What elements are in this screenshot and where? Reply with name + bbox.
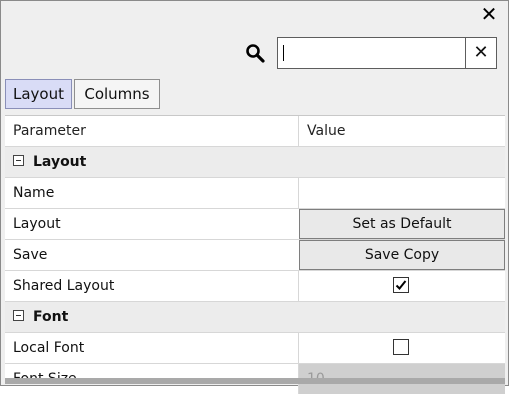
shared-layout-checkbox[interactable] bbox=[393, 277, 409, 293]
group-title: Layout bbox=[33, 154, 87, 170]
property-label: Save bbox=[13, 247, 48, 263]
local-font-checkbox[interactable] bbox=[393, 339, 409, 355]
tab-layout[interactable]: Layout bbox=[5, 79, 72, 109]
search-icon bbox=[246, 44, 265, 63]
tab-columns[interactable]: Columns bbox=[74, 79, 160, 109]
save-copy-button[interactable]: Save Copy bbox=[299, 240, 505, 270]
name-value-field[interactable] bbox=[298, 178, 505, 208]
property-grid: Parameter Value Layout Name Layout Set a… bbox=[5, 115, 505, 394]
property-row-shared-layout: Shared Layout bbox=[5, 271, 505, 302]
search-box: ✕ bbox=[277, 37, 497, 69]
property-row-local-font: Local Font bbox=[5, 333, 505, 364]
properties-panel: ✕ ✕ Layout Columns Parameter Value Layou… bbox=[0, 0, 509, 394]
close-icon[interactable]: ✕ bbox=[478, 3, 500, 25]
grid-header: Parameter Value bbox=[5, 116, 505, 147]
value-column-header: Value bbox=[298, 116, 505, 146]
property-row-layout: Layout Set as Default bbox=[5, 209, 505, 240]
horizontal-scrollbar[interactable] bbox=[5, 378, 505, 384]
property-row-save: Save Save Copy bbox=[5, 240, 505, 271]
group-font[interactable]: Font bbox=[5, 302, 505, 333]
clear-icon[interactable]: ✕ bbox=[465, 38, 496, 68]
group-layout[interactable]: Layout bbox=[5, 147, 505, 178]
text-caret bbox=[283, 45, 284, 61]
checkmark-icon bbox=[395, 280, 407, 290]
group-title: Font bbox=[33, 309, 69, 325]
property-label: Layout bbox=[13, 216, 61, 232]
property-row-name: Name bbox=[5, 178, 505, 209]
property-label: Name bbox=[13, 185, 55, 201]
property-label: Local Font bbox=[13, 340, 85, 356]
search-input[interactable] bbox=[278, 38, 464, 68]
set-as-default-button[interactable]: Set as Default bbox=[299, 209, 505, 239]
parameter-column-header: Parameter bbox=[13, 123, 86, 139]
property-label: Shared Layout bbox=[13, 278, 115, 294]
